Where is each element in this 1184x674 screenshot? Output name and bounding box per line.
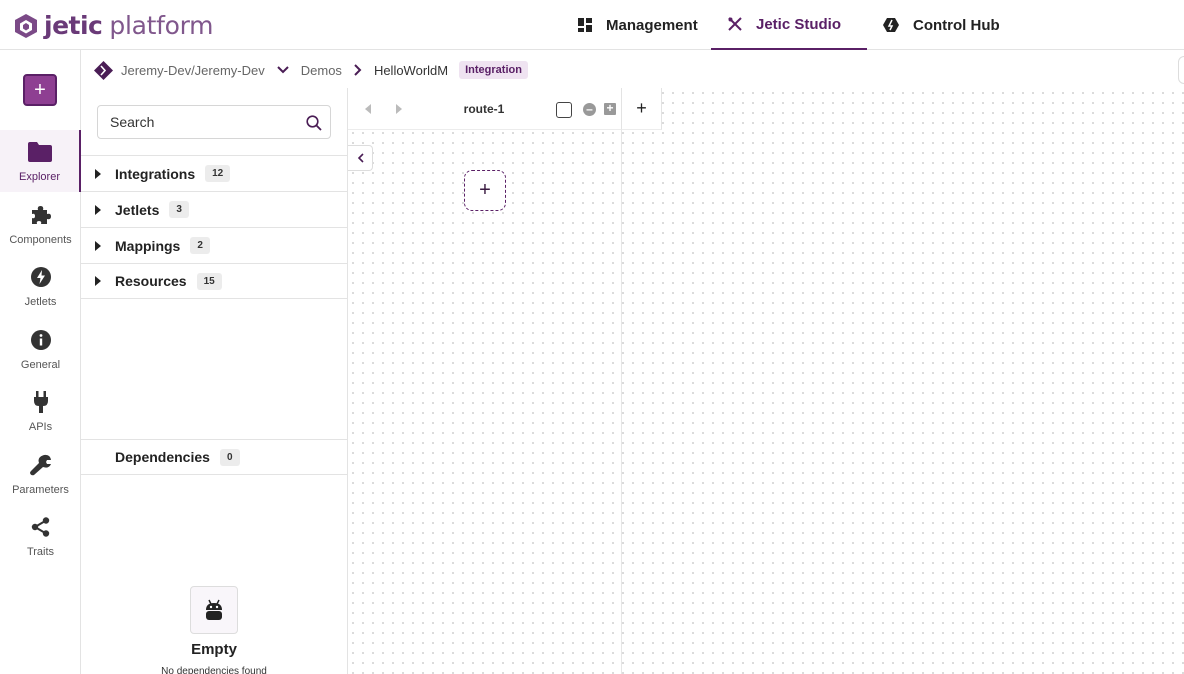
rail-item-label: Traits (26, 546, 55, 558)
design-canvas[interactable]: route-1 – + + + (348, 88, 1184, 674)
rail-item-traits[interactable]: Traits (0, 505, 81, 567)
nav-jetic-studio-label: Jetic Studio (756, 15, 842, 33)
route-name[interactable]: route-1 (444, 102, 524, 116)
create-button[interactable]: + (23, 74, 57, 106)
dependencies-label: Dependencies (115, 449, 210, 465)
rail-item-label: Parameters (12, 484, 69, 496)
section-label: Mappings (115, 237, 181, 254)
tree-section-mappings[interactable]: Mappings 2 (81, 227, 347, 263)
info-icon (30, 328, 51, 352)
caret-right-icon (95, 276, 101, 286)
repo-icon (94, 60, 113, 80)
breadcrumb-current: HelloWorldM (373, 62, 449, 78)
nav-management[interactable]: Management (578, 0, 698, 50)
add-route-button[interactable]: + (622, 88, 662, 130)
count-badge: 0 (219, 448, 240, 466)
caret-right-icon (95, 204, 101, 215)
section-label: Resources (115, 273, 187, 289)
puzzle-icon (30, 203, 52, 227)
nav-control-hub-label: Control Hub (913, 16, 1000, 34)
breadcrumb-repo[interactable]: Jeremy-Dev/Jeremy-Dev (121, 63, 265, 78)
left-rail: + Explorer Components Jetlets General AP… (0, 50, 81, 674)
dashboard-icon (578, 18, 592, 32)
share-icon (31, 515, 51, 539)
expand-route-icon[interactable]: + (604, 102, 616, 115)
nav-control-hub[interactable]: Control Hub (883, 0, 1000, 50)
nav-management-label: Management (606, 16, 698, 34)
tree-section-integrations[interactable]: Integrations 12 (81, 155, 347, 191)
section-label: Integrations (115, 165, 196, 182)
empty-subtitle: No dependencies found (161, 666, 267, 674)
tools-icon (728, 17, 742, 31)
jetic-logo[interactable]: jetic platform (14, 11, 214, 40)
cube-logo-icon (15, 13, 37, 38)
route-header: route-1 – + (348, 88, 622, 130)
chevron-right-icon (354, 64, 362, 76)
route-lane (348, 130, 622, 674)
robot-icon (190, 586, 238, 634)
rail-item-apis[interactable]: APIs (0, 380, 81, 442)
rail-item-label: General (20, 359, 61, 371)
caret-right-icon (95, 240, 101, 251)
search-input[interactable] (97, 105, 331, 139)
count-badge: 12 (205, 165, 231, 182)
logo-brand: jetic (44, 11, 103, 40)
add-step-button[interactable]: + (464, 170, 506, 211)
count-badge: 15 (196, 272, 222, 290)
tree-section-jetlets[interactable]: Jetlets 3 (81, 191, 347, 227)
rail-item-general[interactable]: General (0, 318, 81, 380)
section-label: Jetlets (115, 201, 160, 218)
collapse-panel-button[interactable] (348, 145, 373, 171)
rail-item-components[interactable]: Components (0, 193, 81, 255)
top-bar: jetic platform Management Jetic Studio C… (0, 0, 1184, 50)
plug-icon (33, 390, 49, 414)
logo-product: platform (109, 11, 214, 40)
rail-item-label: APIs (28, 421, 53, 433)
breadcrumb: Jeremy-Dev/Jeremy-Dev Demos HelloWorldM … (94, 56, 528, 84)
chevron-down-icon[interactable] (277, 66, 289, 74)
caret-right-icon (95, 168, 101, 179)
wrench-icon (29, 453, 52, 477)
search-icon[interactable] (306, 115, 322, 136)
nav-jetic-studio[interactable]: Jetic Studio (711, 0, 867, 50)
rail-item-jetlets[interactable]: Jetlets (0, 255, 81, 317)
rail-item-parameters[interactable]: Parameters (0, 443, 81, 505)
rail-item-explorer[interactable]: Explorer (0, 130, 81, 192)
next-route-icon[interactable] (396, 104, 402, 114)
empty-title: Empty (191, 641, 237, 658)
tree-section-resources[interactable]: Resources 15 (81, 263, 347, 299)
route-select-checkbox[interactable] (556, 102, 572, 118)
rail-item-label: Components (9, 234, 72, 246)
right-panel-handle[interactable] (1178, 56, 1184, 84)
dependencies-header[interactable]: Dependencies 0 (81, 439, 347, 475)
hub-icon (883, 17, 899, 33)
count-badge: 2 (190, 237, 210, 254)
bolt-icon (30, 265, 51, 289)
breadcrumb-folder[interactable]: Demos (301, 63, 342, 78)
collapse-route-icon[interactable]: – (583, 103, 596, 116)
rail-item-label: Jetlets (24, 296, 57, 308)
type-badge: Integration (459, 61, 528, 79)
count-badge: 3 (169, 201, 189, 218)
chevron-left-icon (357, 153, 364, 163)
explorer-panel: Integrations 12 Jetlets 3 Mappings 2 Res… (81, 88, 348, 674)
folder-icon (27, 140, 52, 164)
previous-route-icon[interactable] (365, 104, 371, 114)
rail-item-label: Explorer (19, 171, 60, 183)
